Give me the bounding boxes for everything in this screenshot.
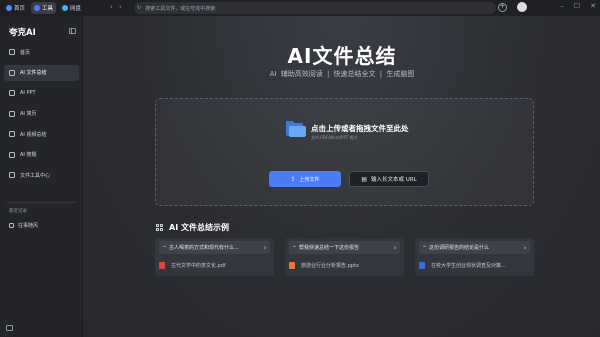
cloud-icon <box>62 5 69 11</box>
title-bar: 首页 工具 网盘 ‹ › ↻ 搜索工具文件，或在夸克中搜索 + – ☐ ✕ <box>0 0 600 16</box>
search-placeholder: 搜索工具文件，或在夸克中搜索 <box>145 5 216 12</box>
sidebar-item-label: 文件工具中心 <box>20 172 51 179</box>
examples-list: ❝ 古人喝茶的方式和现代有什么... › 古代文学中的茶文化.pdf ❝ 帮我快… <box>155 238 535 276</box>
upload-dropzone[interactable]: 点击上传或者拖拽文件至此处 支持 PDF/Word/PPT 格式 ⇪ 上传文件 … <box>155 98 534 206</box>
main-content: AI文件总结 AI 辅助高效阅读 | 快速总结全文 | 生成脑图 点击上传或者拖… <box>84 16 600 337</box>
chat-icon <box>9 223 14 228</box>
examples-grid-icon <box>156 223 164 232</box>
example-file-name: 旅游业行业分析报告.pptx <box>301 263 359 269</box>
sidebar-item-label: AI 视频总结 <box>20 131 47 138</box>
avatar[interactable] <box>517 2 527 12</box>
sidebar-divider <box>6 202 76 203</box>
example-card[interactable]: ❝ 这份调研报告的结论是什么 › 在校大学生创业现状调查及对策... <box>415 238 534 276</box>
sidebar-item-home[interactable]: 首页 <box>4 44 79 60</box>
example-card[interactable]: ❝ 古人喝茶的方式和现代有什么... › 古代文学中的茶文化.pdf <box>155 238 274 276</box>
examples-title: AI 文件总结示例 <box>169 223 229 232</box>
quote-icon: ❝ <box>163 244 166 251</box>
history-item[interactable]: 往事随风 <box>9 222 38 229</box>
upload-icon: ⇪ <box>290 175 296 183</box>
nav-controls: ‹ › <box>110 3 122 11</box>
pdf-icon <box>159 262 165 269</box>
tab-strip: 首页 工具 网盘 <box>0 0 84 16</box>
tab-home[interactable]: 首页 <box>3 2 28 14</box>
text-input-icon: ▤ <box>361 175 367 183</box>
tool-center-icon <box>9 172 15 178</box>
sidebar-collapse-icon[interactable] <box>69 28 76 34</box>
history-item-label: 往事随风 <box>18 223 39 229</box>
add-icon[interactable]: + <box>498 2 507 12</box>
video-summary-icon <box>9 131 15 137</box>
quote-icon: ❝ <box>293 244 296 251</box>
toolbar-right: + <box>498 2 527 12</box>
maximize-icon[interactable]: ☐ <box>574 2 580 10</box>
quote-icon: ❝ <box>423 244 426 251</box>
window-controls: – ☐ ✕ <box>560 2 596 10</box>
sidebar-item-resume[interactable]: AI 简历 <box>4 106 79 122</box>
chevron-right-icon: › <box>393 243 397 252</box>
example-file: 在校大学生创业现状调查及对策... <box>419 262 531 269</box>
upload-title: 点击上传或者拖拽文件至此处 <box>311 124 409 133</box>
sidebar-item-label: AI PPT <box>20 90 36 96</box>
ppt-file-icon <box>289 262 295 269</box>
sidebar-item-label: AI 文件总结 <box>20 70 47 76</box>
upload-hint: 支持 PDF/Word/PPT 格式 <box>311 135 358 140</box>
sidebar-menu: 首页 AI 文件总结 AI PPT AI 简历 AI 视频总结 AI 搜题 文件… <box>4 44 79 188</box>
forward-icon[interactable]: › <box>119 3 122 11</box>
minimize-icon[interactable]: – <box>560 2 564 10</box>
history-label: 最近记录 <box>9 209 27 214</box>
example-question[interactable]: ❝ 古人喝茶的方式和现代有什么... › <box>159 241 270 254</box>
sidebar-item-label: 首页 <box>20 49 31 56</box>
sidebar-item-video-summary[interactable]: AI 视频总结 <box>4 126 79 142</box>
example-card[interactable]: ❝ 帮我快速总结一下这份报告 › 旅游业行业分析报告.pptx <box>285 238 404 276</box>
upload-file-button[interactable]: ⇪ 上传文件 <box>269 171 341 187</box>
word-icon <box>419 262 425 269</box>
tab-cloud[interactable]: 网盘 <box>59 2 84 14</box>
sidebar: 夸克AI 首页 AI 文件总结 AI PPT AI 简历 AI 视频总结 AI … <box>0 16 83 337</box>
example-question[interactable]: ❝ 帮我快速总结一下这份报告 › <box>289 241 400 254</box>
page-title: AI文件总结 <box>287 44 397 68</box>
example-file-name: 在校大学生创业现状调查及对策... <box>431 263 506 269</box>
example-file-name: 古代文学中的茶文化.pdf <box>171 263 226 269</box>
close-icon[interactable]: ✕ <box>590 2 596 10</box>
globe-icon <box>6 5 12 11</box>
brand-title: 夸克AI <box>9 28 36 38</box>
sidebar-toggle-icon[interactable] <box>6 325 13 331</box>
sidebar-item-search-question[interactable]: AI 搜题 <box>4 147 79 163</box>
resume-icon <box>9 110 15 117</box>
home-icon <box>9 49 15 55</box>
long-text-button[interactable]: ▤ 输入长文本或 URL <box>349 171 429 187</box>
examples-header: AI 文件总结示例 <box>156 222 229 233</box>
sidebar-item-ppt[interactable]: AI PPT <box>4 85 79 101</box>
folder-upload-icon <box>286 121 306 137</box>
sidebar-item-file-summary[interactable]: AI 文件总结 <box>4 64 79 81</box>
file-summary-icon <box>9 69 15 76</box>
long-text-button-label: 输入长文本或 URL <box>371 177 417 183</box>
back-icon[interactable]: ‹ <box>110 3 113 11</box>
chevron-right-icon: › <box>263 243 267 252</box>
sidebar-item-label: AI 简历 <box>20 111 37 117</box>
example-file: 古代文学中的茶文化.pdf <box>159 262 271 269</box>
page-subtitle: AI 辅助高效阅读 | 快速总结全文 | 生成脑图 <box>269 70 415 78</box>
example-question[interactable]: ❝ 这份调研报告的结论是什么 › <box>419 241 530 254</box>
sidebar-item-label: AI 搜题 <box>20 152 37 158</box>
ppt-icon <box>9 90 15 96</box>
refresh-icon[interactable]: ↻ <box>137 5 141 11</box>
tab-tools[interactable]: 工具 <box>31 2 57 14</box>
tab-label: 网盘 <box>70 6 82 12</box>
search-question-icon <box>9 151 15 158</box>
upload-button-label: 上传文件 <box>299 176 320 183</box>
sidebar-item-tool-center[interactable]: 文件工具中心 <box>4 167 79 183</box>
example-file: 旅游业行业分析报告.pptx <box>289 262 401 269</box>
tab-label: 首页 <box>14 6 26 12</box>
chevron-right-icon: › <box>523 243 527 252</box>
tools-icon <box>34 5 41 11</box>
tab-label: 工具 <box>42 6 54 12</box>
address-bar[interactable]: ↻ 搜索工具文件，或在夸克中搜索 <box>134 2 496 14</box>
